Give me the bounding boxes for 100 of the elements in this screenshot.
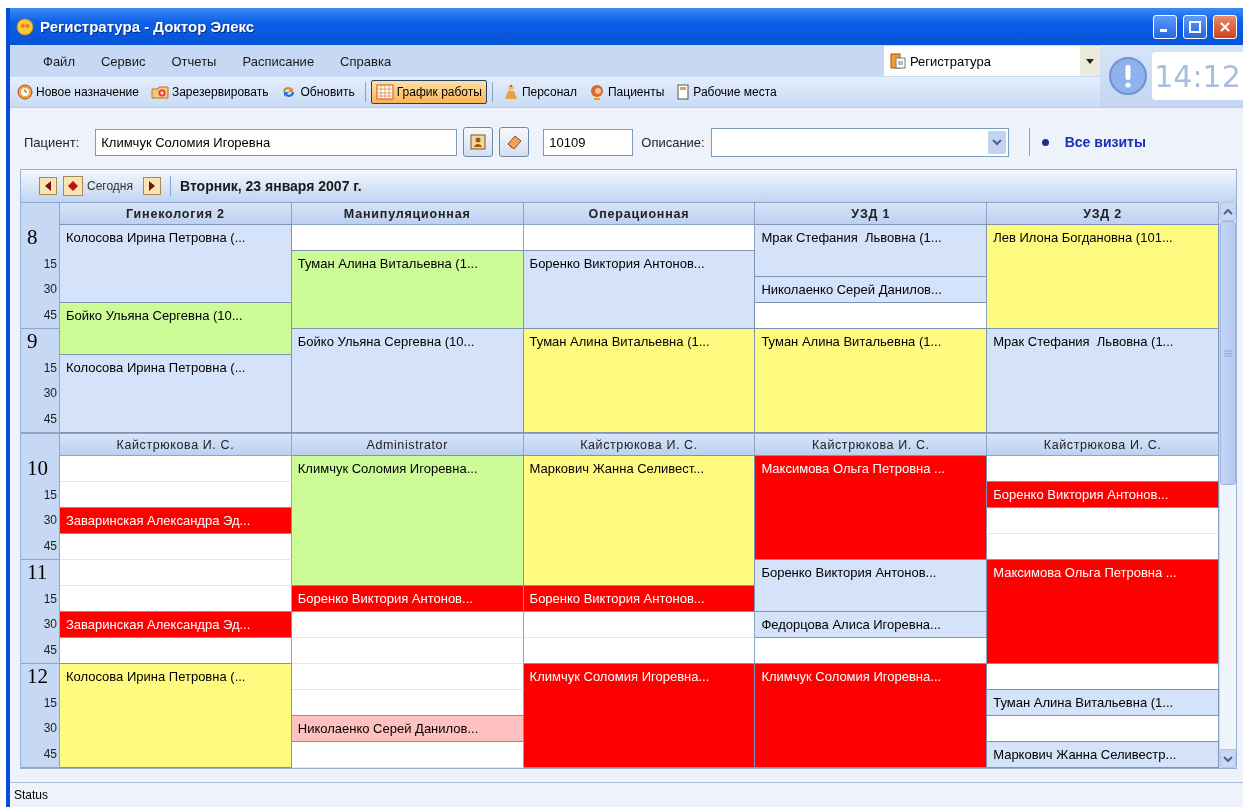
free-slot[interactable]	[987, 456, 1219, 482]
appointment-block[interactable]: Боренко Виктория Антонов...	[291, 585, 524, 612]
person-icon	[502, 84, 519, 100]
free-slot[interactable]	[60, 586, 292, 612]
toolbar-button[interactable]: Обновить	[275, 80, 360, 104]
all-visits-link[interactable]: Все визиты	[1064, 134, 1146, 150]
free-slot[interactable]	[987, 534, 1219, 560]
free-slot[interactable]	[291, 225, 524, 251]
appointment-block[interactable]: Колосова Ирина Петровна (...	[60, 224, 292, 303]
menu-item[interactable]: Справка	[327, 53, 405, 69]
toolbar-button[interactable]: Рабочие места	[671, 80, 782, 104]
column-header: Administrator	[291, 434, 524, 456]
appointment-block[interactable]: Маркович Жанна Селивест...	[523, 455, 756, 586]
minute-label: 45	[43, 747, 57, 762]
free-slot[interactable]	[987, 664, 1219, 690]
toolbar-button[interactable]: Персонал	[497, 80, 582, 104]
appointment-block[interactable]: Боренко Виктория Антонов...	[987, 481, 1219, 508]
minute-label: 45	[43, 643, 57, 658]
free-slot[interactable]	[987, 716, 1219, 742]
alert-icon[interactable]	[1108, 56, 1148, 96]
appointment-block[interactable]: Николаенко Серей Данилов...	[291, 715, 524, 742]
appointment-block[interactable]: Мрак Стефания Львовна (1...	[755, 224, 988, 277]
appointment-block[interactable]: Боренко Виктория Антонов...	[523, 585, 756, 612]
column-header: Операционная	[523, 203, 756, 225]
appointment-block[interactable]: Туман Алина Витальевна (1...	[755, 328, 988, 433]
patient-field[interactable]: Климчук Соломия Игоревна	[95, 128, 458, 156]
eraser-button[interactable]	[499, 127, 530, 157]
appointment-block[interactable]: Заваринская Александра Эд...	[60, 611, 292, 638]
date-title: Вторник, 23 января 2007 г.	[180, 178, 362, 194]
toolbar-button[interactable]: Зарезервировать	[145, 80, 274, 104]
minimize-button[interactable]	[1153, 14, 1177, 39]
minute-label: 15	[43, 360, 57, 375]
description-label: Описание:	[641, 134, 705, 150]
description-dropdown[interactable]	[710, 127, 1009, 157]
card-icon	[469, 133, 488, 151]
appointment-block[interactable]: Бойко Ульяна Сергевна (10...	[60, 302, 292, 355]
minute-label: 15	[43, 695, 57, 710]
patient-card-button[interactable]	[463, 127, 494, 157]
minute-label: 15	[43, 591, 57, 606]
status-text: Status	[14, 788, 49, 802]
appointment-block[interactable]: Колосова Ирина Петровна (...	[60, 663, 292, 768]
free-slot[interactable]	[291, 690, 524, 716]
chevron-down-icon	[991, 138, 1002, 146]
appointment-block[interactable]: Маркович Жанна Селивестр...	[987, 741, 1219, 768]
appointment-block[interactable]: Туман Алина Витальевна (1...	[523, 328, 756, 433]
appointment-block[interactable]: Боренко Виктория Антонов...	[523, 250, 756, 329]
menu-item[interactable]: Сервис	[87, 53, 159, 69]
appointment-block[interactable]: Туман Алина Витальевна (1...	[987, 689, 1219, 716]
menu-item[interactable]: Отчеты	[158, 53, 230, 69]
appointment-block[interactable]: Лев Илона Богдановна (101...	[987, 224, 1219, 329]
scroll-thumb[interactable]	[1220, 221, 1236, 485]
maximize-button[interactable]	[1183, 14, 1207, 39]
building-icon	[890, 53, 906, 69]
free-slot[interactable]	[755, 638, 988, 664]
appointment-block[interactable]: Бойко Ульяна Сергевна (10...	[291, 328, 524, 433]
toolbar-button[interactable]: График работы	[370, 80, 487, 104]
appointment-block[interactable]: Николаенко Серей Данилов...	[755, 276, 988, 303]
appointment-block[interactable]: Климчук Соломия Игоревна...	[755, 663, 988, 768]
next-day-button[interactable]	[143, 177, 161, 195]
previous-day-button[interactable]	[39, 177, 57, 195]
menu-item[interactable]: Файл	[30, 53, 88, 69]
column-header: Кайстрюкова И. С.	[987, 434, 1219, 456]
hour-label: 12	[27, 666, 48, 688]
appointment-block[interactable]: Максимова Ольга Петровна ...	[755, 455, 988, 560]
today-button[interactable]: Сегодня	[63, 176, 137, 196]
appointment-block[interactable]: Мрак Стефания Львовна (1...	[987, 328, 1219, 433]
menu-item[interactable]: Расписание	[229, 53, 328, 69]
dropdown-arrow-icon	[1086, 58, 1094, 64]
minute-label: 15	[43, 256, 57, 271]
toolbar-button[interactable]: Новое назначение	[12, 80, 144, 104]
appointment-block[interactable]: Заваринская Александра Эд...	[60, 507, 292, 534]
minute-label: 15	[43, 487, 57, 502]
minute-label: 30	[43, 282, 57, 297]
appointment-block[interactable]: Федорцова Алиса Игоревна...	[755, 611, 988, 638]
minute-label: 30	[43, 721, 57, 736]
free-slot[interactable]	[523, 638, 756, 664]
free-slot[interactable]	[60, 482, 292, 508]
bullet-icon	[1041, 138, 1049, 146]
workplace-dropdown[interactable]: Регистратура	[884, 46, 1100, 76]
free-slot[interactable]	[60, 638, 292, 664]
column-header: УЗД 2	[987, 203, 1219, 225]
patient-id-field[interactable]: 10109	[543, 128, 634, 156]
appointment-block[interactable]: Колосова Ирина Петровна (...	[60, 354, 292, 433]
document-icon	[676, 84, 691, 100]
appointment-block[interactable]: Климчук Соломия Игоревна...	[291, 455, 524, 586]
scrollbar[interactable]	[1219, 202, 1236, 768]
app-logo-icon	[16, 17, 34, 36]
person-icon	[589, 84, 605, 100]
left-arrow-icon	[44, 181, 52, 191]
hour-label: 9	[27, 331, 38, 353]
close-button[interactable]	[1213, 14, 1237, 39]
appointment-block[interactable]: Климчук Соломия Игоревна...	[523, 663, 756, 768]
column-header: Манипуляционная	[291, 203, 524, 225]
toolbar-button[interactable]: Пациенты	[584, 80, 670, 104]
appointment-block[interactable]: Боренко Виктория Антонов...	[755, 559, 988, 612]
appointment-block[interactable]: Максимова Ольга Петровна ...	[987, 559, 1219, 664]
appointment-block[interactable]: Туман Алина Витальевна (1...	[291, 250, 524, 329]
free-slot[interactable]	[523, 225, 756, 251]
clock: 14:12	[1152, 52, 1243, 100]
free-slot[interactable]	[755, 303, 988, 329]
